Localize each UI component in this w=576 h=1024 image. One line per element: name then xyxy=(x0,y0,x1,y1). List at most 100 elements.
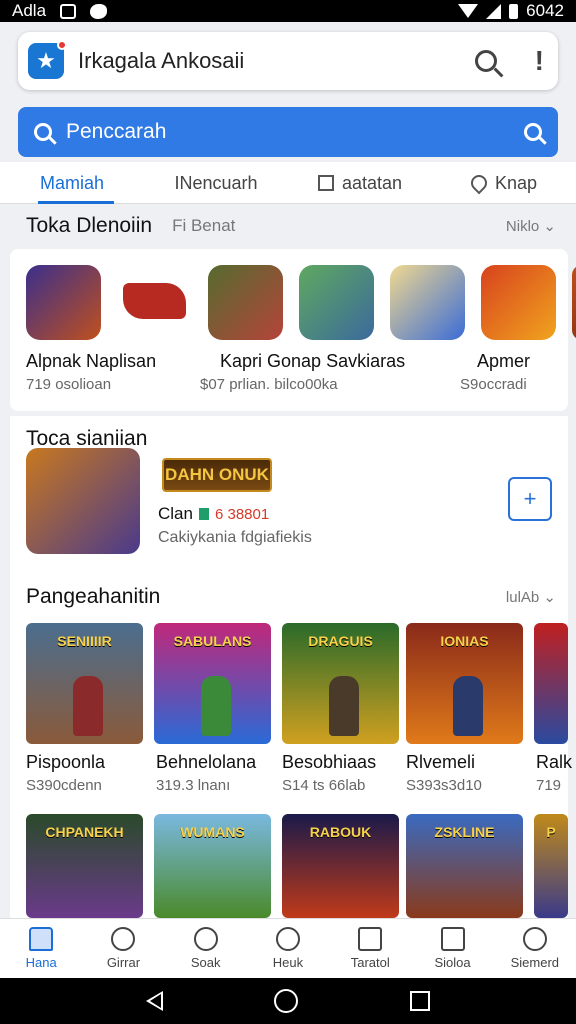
featured-logo: DAHN ONUK xyxy=(162,458,272,492)
tile-title: SENIIIIR xyxy=(57,633,112,649)
nav-account[interactable]: Siemerd xyxy=(494,919,576,978)
game-tile[interactable]: DRAGUIS xyxy=(282,623,399,744)
tile-title: ZSKLINE xyxy=(434,824,495,840)
status-bar: Adla 6042 xyxy=(0,0,576,22)
featured-desc: Cakiykania fdgiafiekis xyxy=(158,529,312,546)
tab-label: Mamiah xyxy=(39,172,105,193)
system-navigation xyxy=(0,978,576,1024)
nav-label: Girrar xyxy=(106,955,141,970)
nav-list[interactable]: Taratol xyxy=(329,919,411,978)
tab-search[interactable]: INencuarh xyxy=(144,162,288,204)
section-subtitle: Fi Benat xyxy=(172,216,236,235)
featured-name: Clan xyxy=(158,504,193,523)
tab-home[interactable]: Mamiah xyxy=(0,162,144,204)
tab-categories[interactable]: aatatan xyxy=(288,162,432,204)
game-sub: 719 xyxy=(536,777,562,794)
game-tile[interactable]: RABOUK xyxy=(282,814,399,918)
tab-label: aatatan xyxy=(341,172,403,193)
pin-icon xyxy=(467,171,491,194)
see-more-link[interactable]: lulAb ⌄ xyxy=(506,588,556,606)
back-icon[interactable] xyxy=(145,991,163,1011)
app-icon[interactable] xyxy=(208,265,283,340)
tab-label: INencuarh xyxy=(174,172,258,193)
featured-price: 6 38801 xyxy=(214,505,270,523)
section-header: Pangeahanitin lulAb ⌄ xyxy=(26,585,556,609)
search-input[interactable] xyxy=(66,120,524,144)
game-tile[interactable] xyxy=(534,623,568,744)
search-icon xyxy=(193,927,218,951)
app-icon[interactable] xyxy=(390,265,465,340)
app-sub: S9occradi xyxy=(460,376,527,393)
badge-icon xyxy=(198,508,209,520)
game-name: Besobhiaas xyxy=(282,752,377,772)
game-tile[interactable]: IONIAS xyxy=(406,623,523,744)
tile-title: WUMANS xyxy=(180,824,245,840)
nav-home[interactable]: Hana xyxy=(0,919,82,978)
game-sub: S14 ts 66lab xyxy=(282,777,366,794)
nav-games[interactable]: Girrar xyxy=(82,919,164,978)
status-left-text: Adla xyxy=(12,1,47,20)
tile-title: DRAGUIS xyxy=(308,633,373,649)
app-icon[interactable] xyxy=(26,265,101,340)
game-tile[interactable]: SENIIIIR xyxy=(26,623,143,744)
face-icon xyxy=(111,927,136,951)
nav-play[interactable]: Heuk xyxy=(247,919,329,978)
game-name: Pispoonla xyxy=(26,752,106,772)
section-title: Toka Dlenoiin xyxy=(26,214,153,237)
tile-figure xyxy=(200,676,231,736)
featured-meta: Clan 6 38801 xyxy=(158,504,269,524)
game-name: Ralk xyxy=(536,752,573,772)
search-icon[interactable] xyxy=(474,50,497,72)
nav-search[interactable]: Soak xyxy=(165,919,247,978)
store-logo-icon[interactable]: ★ xyxy=(28,40,67,79)
nav-label: Hana xyxy=(25,955,57,970)
search-bar[interactable] xyxy=(18,107,558,157)
add-button[interactable]: + xyxy=(508,477,552,521)
bottom-navigation: Hana Girrar Soak Heuk Taratol Sioloa Sie… xyxy=(0,918,576,978)
chart-icon xyxy=(440,927,465,951)
box-icon xyxy=(317,174,334,191)
app-name: Kapri Gonap Savkiaras xyxy=(220,351,406,371)
recents-icon[interactable] xyxy=(410,991,431,1011)
app-icon[interactable] xyxy=(572,265,576,340)
app-sub: $07 prlian. bilco00ka xyxy=(200,376,338,393)
featured-image[interactable] xyxy=(26,448,140,554)
app-title: Irkagala Ankosaii xyxy=(78,48,245,73)
game-tile[interactable]: SABULANS xyxy=(154,623,271,744)
play-icon xyxy=(275,927,300,951)
app-icon[interactable] xyxy=(117,265,192,340)
nav-updates[interactable]: Sioloa xyxy=(411,919,493,978)
home-icon xyxy=(29,927,54,951)
app-icon[interactable] xyxy=(481,265,556,340)
home-button-icon[interactable] xyxy=(274,989,299,1013)
game-tile[interactable]: P xyxy=(534,814,568,918)
app-icon[interactable] xyxy=(299,265,374,340)
tab-bar: Mamiah INencuarh aatatan Knap xyxy=(0,162,576,204)
tile-figure xyxy=(452,676,483,736)
game-tile[interactable]: CHPANEKH xyxy=(26,814,143,918)
logo-badge xyxy=(57,40,67,50)
game-sub: 319.3 lnanı xyxy=(156,777,231,794)
section-header: Toka Dlenoiin Fi Benat Niklo ⌄ xyxy=(26,214,556,238)
nav-label: Taratol xyxy=(350,955,390,970)
notification-icon xyxy=(60,3,77,19)
game-name: Rlvemeli xyxy=(406,752,476,772)
more-options-icon[interactable]: ! xyxy=(535,45,544,77)
status-time: 6042 xyxy=(526,1,564,20)
battery-icon xyxy=(509,3,519,19)
section-title: Pangeahanitin xyxy=(26,585,161,608)
tile-title: RABOUK xyxy=(309,824,372,840)
game-name: Behnelolana xyxy=(156,752,257,772)
tab-map[interactable]: Knap xyxy=(432,162,576,204)
game-tile[interactable]: WUMANS xyxy=(154,814,271,918)
search-icon xyxy=(34,123,52,141)
game-sub: S390cdenn xyxy=(26,777,102,794)
tile-figure xyxy=(72,676,103,736)
search-submit-icon[interactable] xyxy=(524,123,542,141)
nav-label: Siemerd xyxy=(510,955,560,970)
see-more-link[interactable]: Niklo ⌄ xyxy=(506,217,556,235)
game-tile[interactable]: ZSKLINE xyxy=(406,814,523,918)
app-name: Alpnak Naplisan xyxy=(26,351,157,371)
tile-figure xyxy=(328,676,359,736)
tab-label: Knap xyxy=(494,172,538,193)
